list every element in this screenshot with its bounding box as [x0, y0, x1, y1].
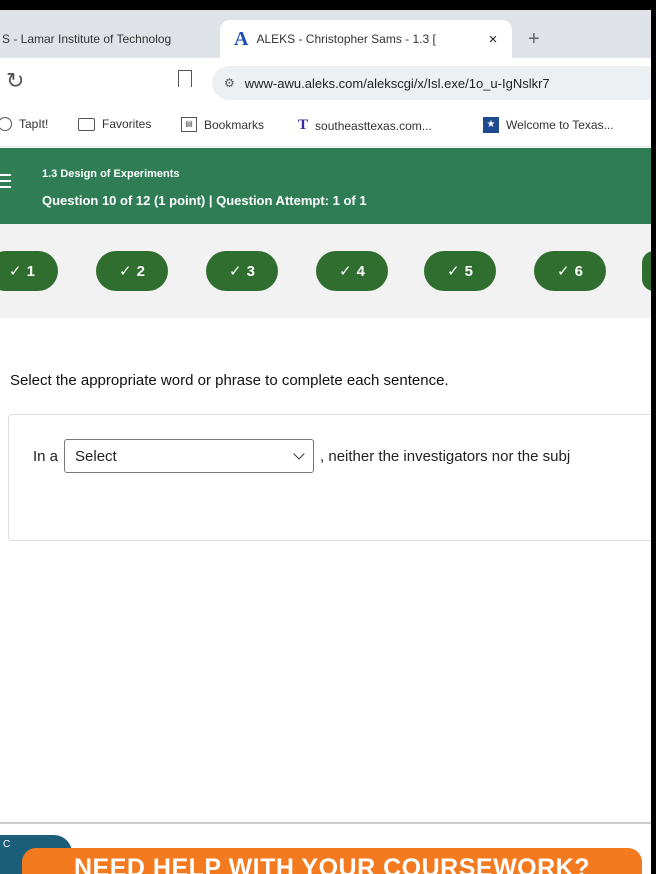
- site-info-icon[interactable]: ⚙: [224, 76, 235, 90]
- check-icon: ✓: [229, 263, 242, 280]
- promo-banner: NEED HELP WITH YOUR COURSEWORK?: [22, 848, 642, 874]
- bookmark-tapit[interactable]: TapIt!: [0, 117, 48, 131]
- section-title: 1.3 Design of Experiments: [42, 168, 180, 180]
- question-pill-3[interactable]: ✓ 3: [206, 251, 278, 291]
- folder-icon: [78, 117, 95, 131]
- check-icon: ✓: [339, 263, 352, 280]
- tab-title: ALEKS - Christopher Sams - 1.3 [: [256, 32, 436, 46]
- check-icon: ✓: [119, 263, 132, 280]
- bookmarks-icon: ▤: [181, 117, 197, 132]
- close-icon[interactable]: ×: [482, 31, 504, 48]
- question-pill-2[interactable]: ✓ 2: [96, 251, 168, 291]
- footer-divider: [0, 822, 651, 824]
- instructions: Select the appropriate word or phrase to…: [10, 372, 449, 389]
- tapit-icon: [0, 117, 12, 131]
- question-content: Select the appropriate word or phrase to…: [0, 318, 651, 823]
- pill-number: 3: [246, 262, 255, 280]
- url-text: www-awu.aleks.com/alekscgi/x/Isl.exe/1o_…: [244, 75, 550, 91]
- bookmark-southeasttexas[interactable]: T southeasttexas.com...: [298, 117, 432, 134]
- sentence: In a Select , neither the investigators …: [33, 439, 570, 473]
- tab-bar: S - Lamar Institute of Technolog A ALEKS…: [0, 10, 651, 58]
- question-pill-5[interactable]: ✓ 5: [424, 251, 496, 291]
- question-pill-next[interactable]: [642, 251, 651, 291]
- bookmark-welcome[interactable]: ★ Welcome to Texas...: [483, 117, 614, 133]
- pill-number: 1: [26, 262, 35, 280]
- texas-icon: ★: [483, 117, 499, 133]
- right-border: [651, 0, 656, 874]
- tab-aleks[interactable]: A ALEKS - Christopher Sams - 1.3 [ ×: [220, 20, 512, 58]
- question-box: In a Select , neither the investigators …: [8, 414, 651, 541]
- new-tab-button[interactable]: +: [528, 28, 540, 51]
- address-bar: ↻ ⚙ www-awu.aleks.com/alekscgi/x/Isl.exe…: [0, 58, 651, 108]
- question-info: Question 10 of 12 (1 point) | Question A…: [42, 193, 367, 208]
- sentence-prefix: In a: [33, 447, 59, 465]
- tp-logo-icon: T: [298, 117, 309, 133]
- pill-number: 6: [574, 262, 583, 280]
- question-pill-4[interactable]: ✓ 4: [316, 251, 388, 291]
- aleks-logo-icon: A: [234, 27, 249, 50]
- question-pill-6[interactable]: ✓ 6: [534, 251, 606, 291]
- tab-title: S - Lamar Institute of Technolog: [2, 32, 172, 46]
- browser-screen: S - Lamar Institute of Technolog A ALEKS…: [0, 0, 651, 874]
- sentence-suffix: , neither the investigators nor the subj: [320, 447, 571, 465]
- reload-icon[interactable]: ↻: [6, 68, 24, 94]
- bookmark-bookmarks[interactable]: ▤ Bookmarks: [181, 117, 264, 132]
- bookmarks-bar: TapIt! Favorites ▤ Bookmarks T southeast…: [0, 108, 651, 147]
- check-icon: ✓: [9, 263, 22, 280]
- bookmark-icon[interactable]: [178, 70, 192, 87]
- answer-select[interactable]: Select: [64, 439, 315, 473]
- bookmark-label: Welcome to Texas...: [506, 118, 614, 132]
- bookmark-label: TapIt!: [19, 117, 49, 131]
- check-icon: ✓: [557, 263, 570, 280]
- chevron-down-icon: [293, 448, 305, 460]
- bookmark-label: Bookmarks: [204, 117, 265, 132]
- question-pill-1[interactable]: ✓ 1: [0, 251, 58, 291]
- select-value: Select: [75, 447, 117, 465]
- bookmark-label: Favorites: [102, 117, 152, 131]
- tab-lamar[interactable]: S - Lamar Institute of Technolog: [0, 20, 212, 58]
- pill-number: 4: [356, 262, 365, 280]
- pill-number: 2: [136, 262, 145, 280]
- question-progress: ✓ 1 ✓ 2 ✓ 3 ✓ 4 ✓ 5 ✓ 6: [0, 224, 651, 318]
- bookmark-label: southeasttexas.com...: [315, 118, 432, 133]
- aleks-header: 1.3 Design of Experiments Question 10 of…: [0, 148, 651, 224]
- url-field[interactable]: ⚙ www-awu.aleks.com/alekscgi/x/Isl.exe/1…: [212, 66, 651, 100]
- check-icon: ✓: [447, 263, 460, 280]
- top-border: [0, 0, 656, 10]
- menu-icon[interactable]: [0, 174, 11, 192]
- pill-number: 5: [464, 262, 473, 280]
- bookmark-favorites[interactable]: Favorites: [78, 117, 151, 131]
